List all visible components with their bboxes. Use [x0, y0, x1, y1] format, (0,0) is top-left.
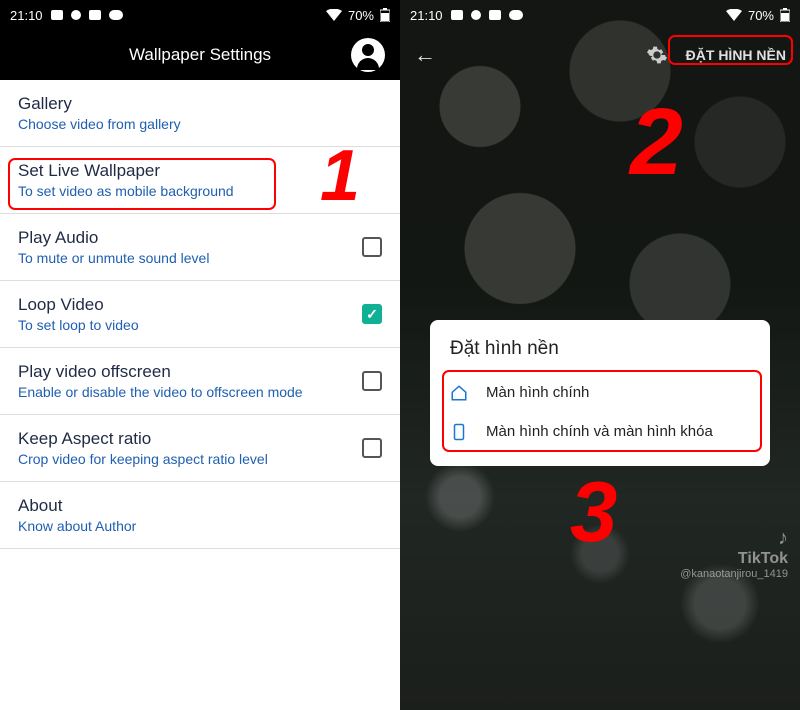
list-item[interactable]: Keep Aspect ratio Crop video for keeping …: [0, 415, 400, 482]
phone-icon: [450, 423, 470, 446]
right-header: ← ĐẶT HÌNH NỀN: [400, 30, 800, 80]
right-screen: 21:10 70% ← ĐẶT HÌNH NỀN Đặt hình nền Mà…: [400, 0, 800, 710]
item-subtitle: Know about Author: [18, 518, 382, 534]
list-item[interactable]: Set Live Wallpaper To set video as mobile…: [0, 147, 400, 214]
status-time: 21:10: [410, 8, 443, 23]
wifi-icon: [326, 9, 342, 21]
settings-list: Gallery Choose video from gallery Set Live…: [0, 80, 400, 549]
item-title: Keep Aspect ratio: [18, 429, 362, 449]
page-title: Wallpaper Settings: [129, 45, 271, 65]
avatar-icon[interactable]: [351, 38, 385, 72]
home-icon: [450, 384, 470, 407]
status-bar: 21:10 70%: [0, 0, 400, 30]
status-time: 21:10: [10, 8, 43, 23]
list-item[interactable]: Loop Video To set loop to video✓: [0, 281, 400, 348]
set-wallpaper-button[interactable]: ĐẶT HÌNH NỀN: [686, 47, 786, 63]
left-screen: 21:10 70% Wallpaper Settings Gallery Choo…: [0, 0, 400, 710]
wifi-icon: [726, 9, 742, 21]
battery-icon: [380, 8, 390, 22]
status-bar: 21:10 70%: [400, 0, 800, 30]
item-subtitle: To set video as mobile background: [18, 183, 382, 199]
checkbox[interactable]: ✓: [362, 304, 382, 324]
cloud-icon: [109, 10, 123, 20]
list-item[interactable]: About Know about Author: [0, 482, 400, 549]
dot-icon: [471, 10, 481, 20]
dot-icon: [71, 10, 81, 20]
left-header: Wallpaper Settings: [0, 30, 400, 80]
checkbox[interactable]: [362, 438, 382, 458]
item-title: Loop Video: [18, 295, 362, 315]
list-item[interactable]: Play Audio To mute or unmute sound level: [0, 214, 400, 281]
item-title: About: [18, 496, 382, 516]
dialog-option[interactable]: Màn hình chính và màn hình khóa: [450, 415, 750, 454]
battery-icon: [780, 8, 790, 22]
back-icon[interactable]: ←: [414, 42, 436, 68]
dialog-option-label: Màn hình chính: [486, 384, 589, 401]
image-icon: [451, 10, 463, 20]
dialog-option-label: Màn hình chính và màn hình khóa: [486, 423, 713, 440]
image-icon: [51, 10, 63, 20]
cloud-icon: [509, 10, 523, 20]
item-subtitle: Crop video for keeping aspect ratio leve…: [18, 451, 362, 467]
item-subtitle: To set loop to video: [18, 317, 362, 333]
dialog-options: Màn hình chính Màn hình chính và màn hình…: [450, 376, 750, 454]
item-title: Gallery: [18, 94, 382, 114]
item-subtitle: Enable or disable the video to offscreen…: [18, 384, 362, 400]
set-wallpaper-dialog: Đặt hình nền Màn hình chínhMàn hình chín…: [430, 320, 770, 466]
list-item[interactable]: Play video offscreen Enable or disable th…: [0, 348, 400, 415]
gear-icon[interactable]: [646, 44, 668, 66]
checkbox[interactable]: [362, 371, 382, 391]
item-title: Set Live Wallpaper: [18, 161, 382, 181]
video-icon: [489, 10, 501, 20]
video-icon: [89, 10, 101, 20]
status-battery: 70%: [748, 8, 774, 23]
checkbox[interactable]: [362, 237, 382, 257]
item-subtitle: To mute or unmute sound level: [18, 250, 362, 266]
tiktok-watermark: ♪ TikTok @kanaotanjirou_1419: [680, 527, 788, 580]
item-subtitle: Choose video from gallery: [18, 116, 382, 132]
item-title: Play Audio: [18, 228, 362, 248]
status-battery: 70%: [348, 8, 374, 23]
item-title: Play video offscreen: [18, 362, 362, 382]
list-item[interactable]: Gallery Choose video from gallery: [0, 80, 400, 147]
dialog-option[interactable]: Màn hình chính: [450, 376, 750, 415]
dialog-title: Đặt hình nền: [450, 338, 750, 360]
